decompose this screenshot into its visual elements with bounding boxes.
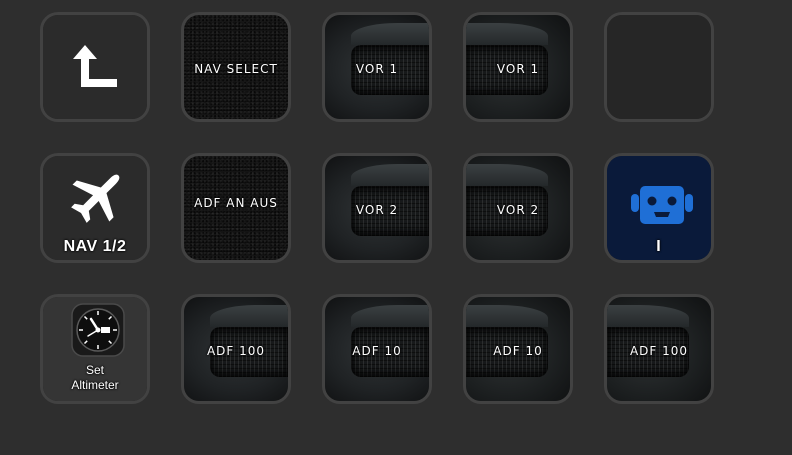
key-face: ADF 10 (325, 297, 429, 401)
nav-select-button[interactable]: NAV SELECT (181, 12, 291, 122)
key-label: NAV SELECT (194, 62, 278, 76)
empty-key[interactable] (604, 12, 714, 122)
vor1-left-knob[interactable]: VOR 1 (322, 12, 432, 122)
adf100-left-knob[interactable]: ADF 100 (181, 294, 291, 404)
stream-deck-grid: NAV SELECT VOR 1 VOR 1 NAV 1/2 ADF AN AU… (40, 12, 714, 404)
key-face: ADF 100 (607, 297, 711, 401)
key-label: VOR 1 (355, 62, 399, 76)
adf10-left-knob[interactable]: ADF 10 (322, 294, 432, 404)
key-label: ADF 10 (352, 344, 402, 358)
knob-rim (466, 23, 548, 45)
knob-rim (351, 164, 429, 186)
key-face: Set Altimeter (43, 297, 147, 401)
key-label: ADF 10 (493, 344, 543, 358)
key-face: ADF AN AUS (184, 156, 288, 260)
key-face: VOR 2 (325, 156, 429, 260)
key-face: NAV 1/2 (43, 156, 147, 260)
key-face: I (607, 156, 711, 260)
key-label: VOR 2 (496, 203, 540, 217)
key-face (43, 15, 147, 119)
key-label: ADF 100 (206, 344, 266, 358)
knob-rim (351, 23, 429, 45)
bot-button[interactable]: I (604, 153, 714, 263)
airplane-icon (71, 174, 120, 223)
knob-rim (466, 305, 548, 327)
key-label: I (656, 238, 662, 255)
vor1-right-knob[interactable]: VOR 1 (463, 12, 573, 122)
key-face: ADF 100 (184, 297, 288, 401)
key-face: VOR 2 (466, 156, 570, 260)
knob-rim (351, 305, 429, 327)
adf-on-off-button[interactable]: ADF AN AUS (181, 153, 291, 263)
key-label: VOR 1 (496, 62, 540, 76)
key-face: VOR 1 (325, 15, 429, 119)
key-face (607, 15, 711, 119)
key-face: VOR 1 (466, 15, 570, 119)
key-label: ADF 100 (629, 344, 689, 358)
nav-toggle-button[interactable]: NAV 1/2 (40, 153, 150, 263)
key-label: VOR 2 (355, 203, 399, 217)
vor2-left-knob[interactable]: VOR 2 (322, 153, 432, 263)
key-label-line1: Set (85, 363, 104, 377)
key-face: NAV SELECT (184, 15, 288, 119)
knob-rim (466, 164, 548, 186)
back-arrow-icon (73, 45, 117, 87)
key-label: ADF AN AUS (194, 196, 278, 210)
back-button[interactable] (40, 12, 150, 122)
adf100-right-knob[interactable]: ADF 100 (604, 294, 714, 404)
knob-rim (607, 305, 689, 327)
set-altimeter-button[interactable]: Set Altimeter (40, 294, 150, 404)
key-label: NAV 1/2 (63, 238, 127, 255)
adf10-right-knob[interactable]: ADF 10 (463, 294, 573, 404)
knob-rim (210, 305, 288, 327)
altimeter-icon (71, 303, 125, 357)
vor2-right-knob[interactable]: VOR 2 (463, 153, 573, 263)
key-face: ADF 10 (466, 297, 570, 401)
robot-icon (631, 186, 693, 224)
key-label-line2: Altimeter (71, 378, 119, 392)
